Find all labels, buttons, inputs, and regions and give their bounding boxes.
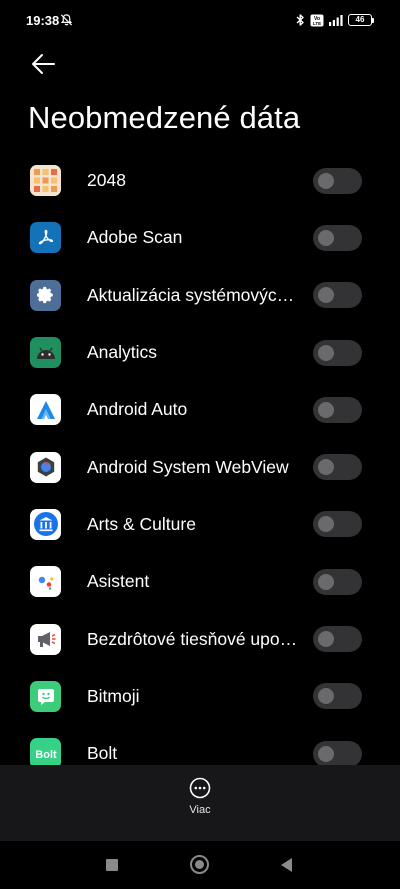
unrestricted-data-toggle[interactable] bbox=[313, 626, 362, 653]
volte-icon: Vo LTE bbox=[310, 14, 324, 26]
unrestricted-data-toggle[interactable] bbox=[313, 740, 362, 765]
unrestricted-data-toggle[interactable] bbox=[313, 511, 362, 538]
app-label: Arts & Culture bbox=[87, 513, 196, 534]
home-icon[interactable] bbox=[190, 855, 209, 874]
bluetooth-icon bbox=[296, 14, 304, 26]
app-label: Bolt bbox=[87, 743, 118, 764]
recents-icon[interactable] bbox=[106, 859, 118, 871]
status-bar: 19:38 Vo LTE 46 bbox=[0, 0, 400, 40]
app-row-webview[interactable]: Android System WebView bbox=[0, 438, 400, 495]
app-label: Aktualizácia systémových... bbox=[87, 284, 300, 305]
unrestricted-data-toggle[interactable] bbox=[313, 224, 362, 251]
unrestricted-data-toggle[interactable] bbox=[313, 396, 362, 423]
more-label: Viac bbox=[189, 804, 211, 816]
app-label: Bezdrôtové tiesňové upozornenia bbox=[87, 628, 300, 649]
app-row-analytics[interactable]: Analytics bbox=[0, 324, 400, 381]
app-label: 2048 bbox=[87, 170, 126, 191]
app-label: Android System WebView bbox=[87, 456, 289, 477]
unrestricted-data-toggle[interactable] bbox=[313, 167, 362, 194]
signal-icon bbox=[329, 15, 343, 26]
app-row-2048[interactable]: 2048 bbox=[0, 152, 400, 209]
svg-text:LTE: LTE bbox=[313, 21, 321, 26]
more-options-icon bbox=[189, 777, 211, 799]
unrestricted-data-toggle[interactable] bbox=[313, 454, 362, 481]
app-label: Adobe Scan bbox=[87, 227, 183, 248]
google-assistant-icon bbox=[30, 566, 61, 598]
unrestricted-data-toggle[interactable] bbox=[313, 282, 362, 309]
unrestricted-data-toggle[interactable] bbox=[313, 683, 362, 710]
app-label: Bitmoji bbox=[87, 685, 140, 706]
system-update-icon bbox=[30, 279, 61, 311]
bitmoji-icon bbox=[30, 680, 61, 712]
app-row-bolt[interactable]: Bolt Bolt bbox=[0, 725, 400, 765]
battery-level: 46 bbox=[348, 14, 372, 26]
page-title: Neobmedzené dáta bbox=[28, 100, 301, 135]
system-nav-bar bbox=[0, 841, 400, 889]
app-label: Asistent bbox=[87, 571, 150, 592]
battery-indicator: 46 bbox=[348, 14, 374, 26]
back-arrow-icon[interactable] bbox=[28, 50, 58, 78]
nav-back-icon[interactable] bbox=[281, 858, 292, 872]
app-list[interactable]: 2048 Adobe Scan Aktualizácia systémových… bbox=[0, 152, 400, 765]
app-row-assistant[interactable]: Asistent bbox=[0, 553, 400, 610]
android-analytics-icon bbox=[30, 337, 61, 369]
unrestricted-data-toggle[interactable] bbox=[313, 568, 362, 595]
app-row-system-update[interactable]: Aktualizácia systémových... bbox=[0, 267, 400, 324]
android-auto-icon bbox=[30, 394, 61, 426]
2048-icon bbox=[30, 165, 61, 197]
app-label: Analytics bbox=[87, 342, 158, 363]
unrestricted-data-toggle[interactable] bbox=[313, 339, 362, 366]
bolt-icon: Bolt bbox=[30, 738, 61, 765]
svg-text:Bolt: Bolt bbox=[35, 749, 57, 761]
adobe-scan-icon bbox=[30, 222, 61, 254]
bottom-action-bar: Viac bbox=[0, 765, 400, 841]
status-icons: Vo LTE 46 bbox=[295, 13, 374, 27]
app-row-adobe-scan[interactable]: Adobe Scan bbox=[0, 209, 400, 266]
emergency-alerts-icon bbox=[30, 623, 61, 655]
webview-icon bbox=[30, 451, 61, 483]
app-row-emergency-alerts[interactable]: Bezdrôtové tiesňové upozornenia bbox=[0, 610, 400, 667]
arts-culture-icon bbox=[30, 508, 61, 540]
app-row-bitmoji[interactable]: Bitmoji bbox=[0, 668, 400, 725]
app-row-arts-culture[interactable]: Arts & Culture bbox=[0, 496, 400, 553]
app-label: Android Auto bbox=[87, 399, 188, 420]
notifications-off-icon bbox=[60, 14, 73, 26]
status-time: 19:38 bbox=[26, 13, 60, 28]
app-row-android-auto[interactable]: Android Auto bbox=[0, 381, 400, 438]
more-button[interactable]: Viac bbox=[172, 777, 228, 833]
